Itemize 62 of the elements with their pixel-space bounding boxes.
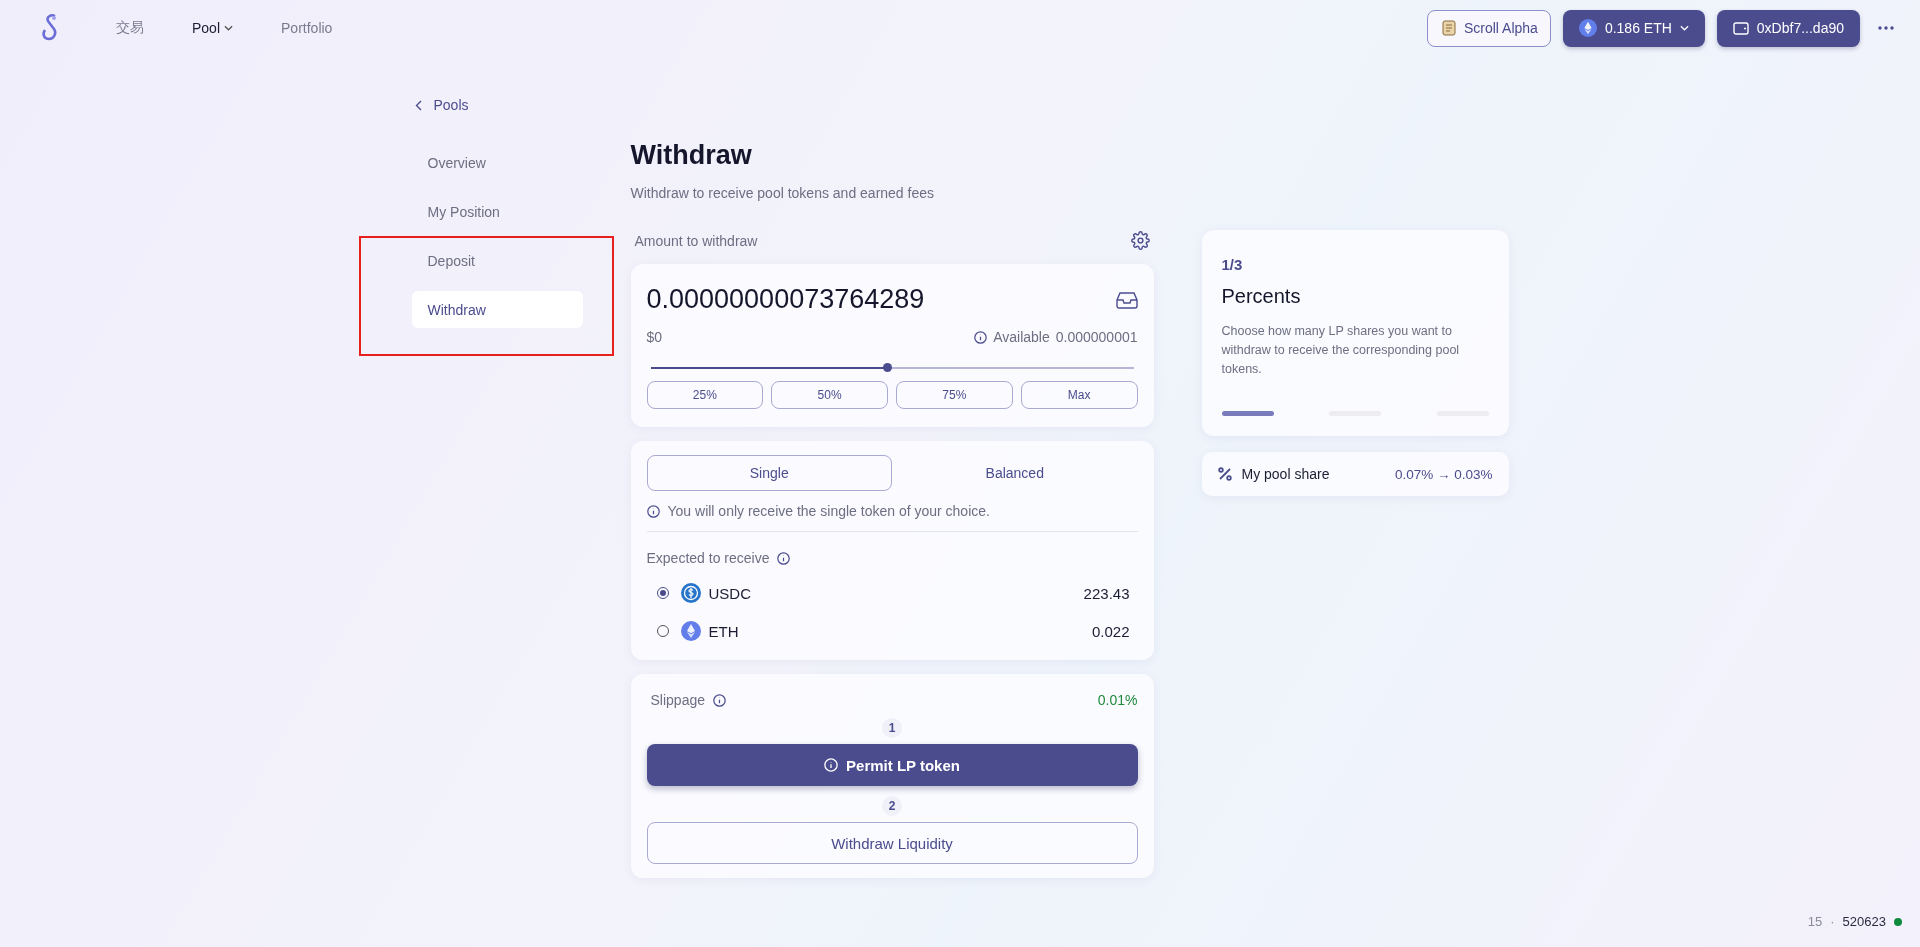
caret-icon — [224, 25, 234, 31]
info-icon — [646, 504, 660, 518]
step-number: 2 — [882, 796, 902, 816]
mode-note: You will only receive the single token of your choice. — [667, 503, 990, 519]
footer-separator: · — [1830, 914, 1835, 929]
sidebar-item[interactable]: Deposit — [411, 242, 583, 279]
wallet-button[interactable]: 0xDbf7...da90 — [1716, 9, 1860, 47]
page-subtitle: Withdraw to receive pool tokens and earned fees — [630, 185, 935, 201]
step-number: 1 — [882, 718, 902, 738]
sidebar-item[interactable]: Withdraw — [411, 291, 583, 328]
ethereum-icon — [1578, 19, 1597, 37]
network-button[interactable]: Scroll Alpha — [1426, 9, 1551, 47]
preset-button[interactable]: 50% — [771, 381, 888, 409]
block-number: 520623 — [1842, 914, 1886, 929]
footer-count: 15 — [1807, 914, 1823, 929]
expected-label: Expected to receive — [646, 550, 770, 566]
preset-button[interactable]: 75% — [896, 381, 1013, 409]
token-symbol: USDC — [708, 584, 751, 602]
settings-icon[interactable] — [1130, 231, 1150, 250]
available-label: Available — [993, 329, 1050, 345]
caret-icon — [1679, 25, 1689, 31]
amount-value[interactable]: 0.00000000073764289 — [646, 284, 925, 315]
info-icon — [974, 330, 988, 344]
percent-icon — [1217, 467, 1232, 481]
guide-text: Choose how many LP shares you want to withdraw to receive the corresponding pool tokens. — [1221, 323, 1461, 378]
inbox-icon[interactable] — [1115, 290, 1138, 309]
guide-step: 1/3 — [1221, 256, 1489, 273]
usd-value: $0 — [646, 329, 663, 345]
preset-button[interactable]: 25% — [646, 381, 764, 409]
scroll-icon — [1439, 19, 1458, 37]
nav-link[interactable]: Portfolio — [257, 20, 357, 36]
pool-share-label: My pool share — [1241, 466, 1330, 482]
action-button[interactable]: Permit LP token — [646, 744, 1138, 786]
wallet-icon — [1732, 21, 1749, 35]
info-icon — [824, 758, 839, 772]
page-title: Withdraw — [630, 140, 753, 171]
token-amount: 223.43 — [1083, 584, 1130, 602]
usdc-icon — [680, 583, 701, 603]
pool-share-value: 0.07% → 0.03% — [1394, 466, 1493, 482]
balance-button[interactable]: 0.186 ETH — [1562, 9, 1705, 47]
slider-thumb[interactable] — [883, 363, 893, 372]
chevron-left-icon — [414, 99, 422, 111]
token-symbol: ETH — [708, 622, 739, 640]
info-icon — [713, 693, 726, 707]
preset-button[interactable]: Max — [1020, 381, 1138, 409]
token-amount: 0.022 — [1091, 622, 1130, 640]
slippage-value: 0.01% — [1097, 692, 1138, 708]
nav-link[interactable]: Pool — [168, 20, 258, 36]
amount-label: Amount to withdraw — [634, 232, 758, 249]
back-link[interactable]: Pools — [411, 94, 583, 116]
more-icon — [1878, 26, 1894, 30]
sidebar-item[interactable]: Overview — [411, 144, 583, 181]
mode-tab[interactable]: Single — [646, 455, 892, 491]
sidebar-item[interactable]: My Position — [411, 193, 583, 230]
nav-link[interactable]: 交易 — [92, 19, 168, 37]
guide-title: Percents — [1221, 285, 1302, 308]
info-icon — [777, 551, 791, 565]
available-value: 0.000000001 — [1055, 329, 1138, 345]
mode-tab[interactable]: Balanced — [892, 455, 1138, 491]
ethereum-icon — [680, 621, 701, 641]
action-button[interactable]: Withdraw Liquidity — [646, 822, 1138, 864]
slippage-label: Slippage — [650, 692, 705, 708]
